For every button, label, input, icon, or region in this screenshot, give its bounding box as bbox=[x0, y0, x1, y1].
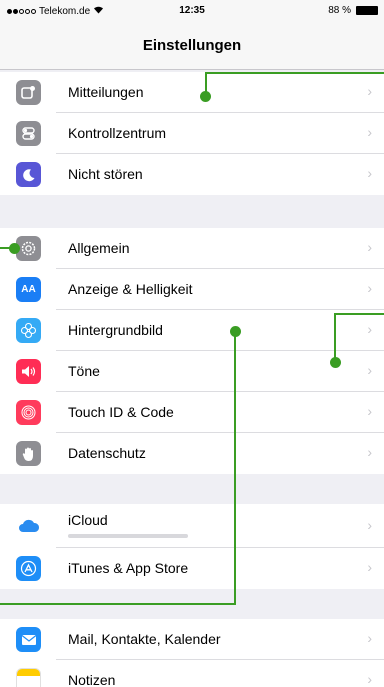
settings-row-anzeige[interactable]: AA Anzeige & Helligkeit › bbox=[0, 269, 384, 310]
chevron-right-icon: › bbox=[367, 671, 372, 687]
settings-row-label: Töne bbox=[68, 363, 100, 379]
settings-row-icloud[interactable]: iCloud › bbox=[0, 504, 384, 548]
settings-row-label: Notizen bbox=[68, 672, 116, 687]
app-store-icon bbox=[16, 556, 41, 581]
battery-icon bbox=[356, 6, 378, 15]
notes-icon bbox=[16, 668, 41, 687]
chevron-right-icon: › bbox=[367, 124, 372, 140]
settings-row-touch-id[interactable]: Touch ID & Code › bbox=[0, 392, 384, 433]
settings-row-notizen[interactable]: Notizen › bbox=[0, 660, 384, 687]
settings-row-datenschutz[interactable]: Datenschutz › bbox=[0, 433, 384, 474]
wallpaper-flower-icon bbox=[16, 318, 41, 343]
settings-row-allgemein[interactable]: Allgemein › bbox=[0, 228, 384, 269]
chevron-right-icon: › bbox=[367, 403, 372, 419]
settings-row-label: Mitteilungen bbox=[68, 84, 144, 100]
settings-row-label: Allgemein bbox=[68, 240, 130, 256]
chevron-right-icon: › bbox=[367, 165, 372, 181]
settings-row-label: Nicht stören bbox=[68, 166, 143, 182]
chevron-right-icon: › bbox=[367, 321, 372, 337]
settings-row-label: iTunes & App Store bbox=[68, 560, 189, 576]
status-bar: Telekom.de 12:35 88 % bbox=[0, 0, 384, 22]
fingerprint-icon bbox=[16, 400, 41, 425]
battery-percent: 88 % bbox=[328, 5, 351, 16]
chevron-right-icon: › bbox=[367, 444, 372, 460]
chevron-right-icon: › bbox=[367, 517, 372, 533]
chevron-right-icon: › bbox=[367, 559, 372, 575]
settings-row-itunes[interactable]: iTunes & App Store › bbox=[0, 548, 384, 589]
battery-status: 88 % bbox=[328, 5, 378, 16]
chevron-right-icon: › bbox=[367, 362, 372, 378]
settings-row-label: iCloud bbox=[68, 512, 108, 528]
settings-row-mitteilungen[interactable]: Mitteilungen › bbox=[0, 72, 384, 113]
settings-row-nicht-stoeren[interactable]: Nicht stören › bbox=[0, 154, 384, 195]
settings-row-label: Datenschutz bbox=[68, 445, 146, 461]
account-email-redacted bbox=[68, 534, 188, 538]
settings-row-label: Touch ID & Code bbox=[68, 404, 174, 420]
settings-row-mail[interactable]: Mail, Kontakte, Kalender › bbox=[0, 619, 384, 660]
settings-row-toene[interactable]: Töne › bbox=[0, 351, 384, 392]
privacy-hand-icon bbox=[16, 441, 41, 466]
moon-icon bbox=[16, 162, 41, 187]
settings-row-kontrollzentrum[interactable]: Kontrollzentrum › bbox=[0, 113, 384, 154]
cloud-icon bbox=[16, 513, 41, 538]
settings-row-hintergrundbild[interactable]: Hintergrundbild › bbox=[0, 310, 384, 351]
page-title: Einstellungen bbox=[142, 37, 242, 54]
settings-row-label: Hintergrundbild bbox=[68, 322, 163, 338]
chevron-right-icon: › bbox=[367, 239, 372, 255]
display-brightness-icon: AA bbox=[16, 277, 41, 302]
speaker-icon bbox=[16, 359, 41, 384]
mail-envelope-icon bbox=[16, 627, 41, 652]
settings-row-label: Mail, Kontakte, Kalender bbox=[68, 631, 221, 647]
settings-row-label: Anzeige & Helligkeit bbox=[68, 281, 193, 297]
control-center-icon bbox=[16, 121, 41, 146]
notifications-icon bbox=[16, 80, 41, 105]
chevron-right-icon: › bbox=[367, 83, 372, 99]
chevron-right-icon: › bbox=[367, 630, 372, 646]
navigation-bar: Einstellungen bbox=[0, 22, 384, 70]
settings-row-label: Kontrollzentrum bbox=[68, 125, 167, 141]
clock: 12:35 bbox=[179, 5, 205, 16]
chevron-right-icon: › bbox=[367, 280, 372, 296]
